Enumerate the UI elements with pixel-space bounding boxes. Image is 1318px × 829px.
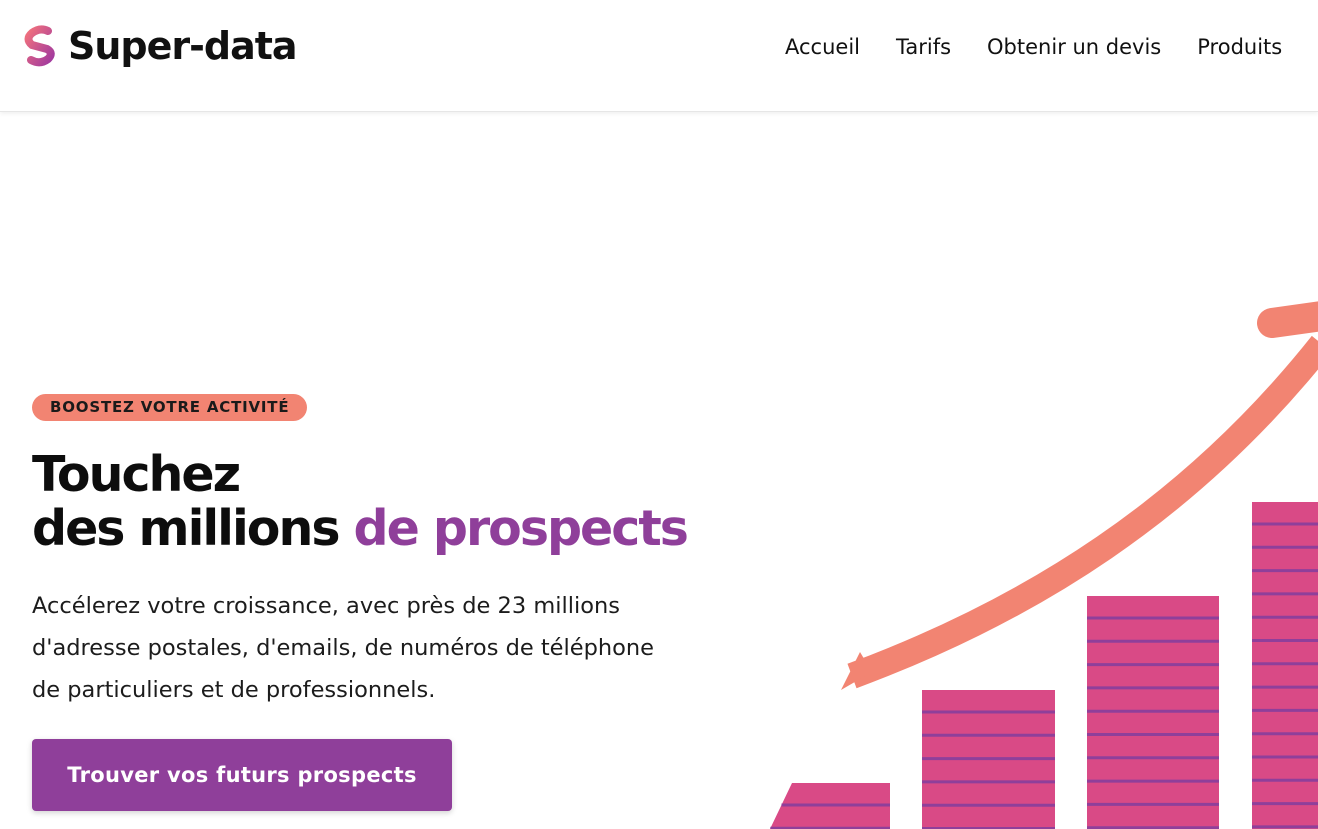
main-nav: Accueil Tarifs Obtenir un devis Produits (785, 32, 1282, 62)
nav-item-obtenir-un-devis[interactable]: Obtenir un devis (987, 32, 1161, 62)
hero-badge: BOOSTEZ VOTRE ACTIVITÉ (32, 394, 308, 421)
hero-title-line2: des millions (32, 500, 354, 557)
find-prospects-button[interactable]: Trouver vos futurs prospects (32, 739, 452, 811)
super-data-s-logo-icon (24, 25, 55, 67)
brand-logo-link[interactable]: Super-data (20, 22, 298, 70)
nav-item-produits[interactable]: Produits (1197, 32, 1282, 62)
nav-item-accueil[interactable]: Accueil (785, 32, 860, 62)
growth-arrow-curve (847, 335, 1318, 689)
hero-lead-line2: d'adresse postales, d'emails, de numéros… (32, 635, 655, 661)
hero-title-line1: Touchez (32, 446, 241, 503)
hero-lead-line1: Accélerez votre croissance, avec près de… (32, 593, 620, 619)
site-header: Super-data Accueil Tarifs Obtenir un dev… (0, 0, 1318, 112)
growth-bar-chart-illustration (760, 280, 1318, 829)
hero-title-highlight: de prospects (353, 500, 689, 557)
hero-lead: Accélerez votre croissance, avec près de… (32, 585, 752, 711)
brand-name: Super-data (68, 24, 298, 68)
hero-title: Touchez des millions de prospects (32, 446, 689, 557)
hero-lead-line3: de particuliers et de professionnels. (32, 677, 436, 703)
growth-arrow-head (1257, 301, 1318, 338)
illustration-svg (770, 301, 1318, 829)
nav-item-tarifs[interactable]: Tarifs (896, 32, 951, 62)
